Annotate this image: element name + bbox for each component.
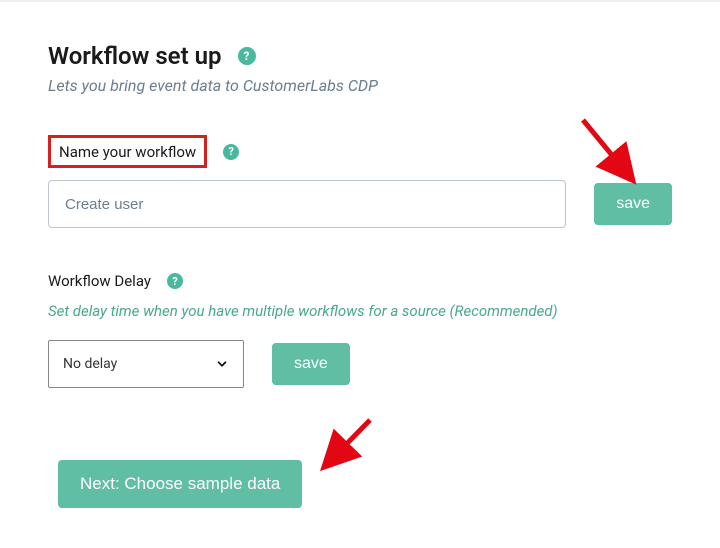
help-icon[interactable]: ? bbox=[238, 47, 256, 65]
chevron-down-icon bbox=[215, 357, 229, 371]
name-workflow-label: Name your workflow bbox=[59, 143, 196, 161]
save-delay-button[interactable]: save bbox=[272, 343, 350, 385]
workflow-name-input[interactable] bbox=[48, 180, 566, 228]
help-icon[interactable]: ? bbox=[167, 273, 183, 289]
workflow-delay-label: Workflow Delay bbox=[48, 272, 151, 290]
highlight-box: Name your workflow bbox=[48, 135, 207, 168]
save-name-button[interactable]: save bbox=[594, 183, 672, 225]
delay-hint: Set delay time when you have multiple wo… bbox=[48, 302, 672, 320]
page-subtitle: Lets you bring event data to CustomerLab… bbox=[48, 76, 672, 95]
delay-select-value: No delay bbox=[63, 356, 117, 372]
delay-select[interactable]: No delay bbox=[48, 340, 244, 388]
page-title: Workflow set up bbox=[48, 42, 222, 70]
next-button[interactable]: Next: Choose sample data bbox=[58, 460, 302, 508]
help-icon[interactable]: ? bbox=[223, 144, 239, 160]
